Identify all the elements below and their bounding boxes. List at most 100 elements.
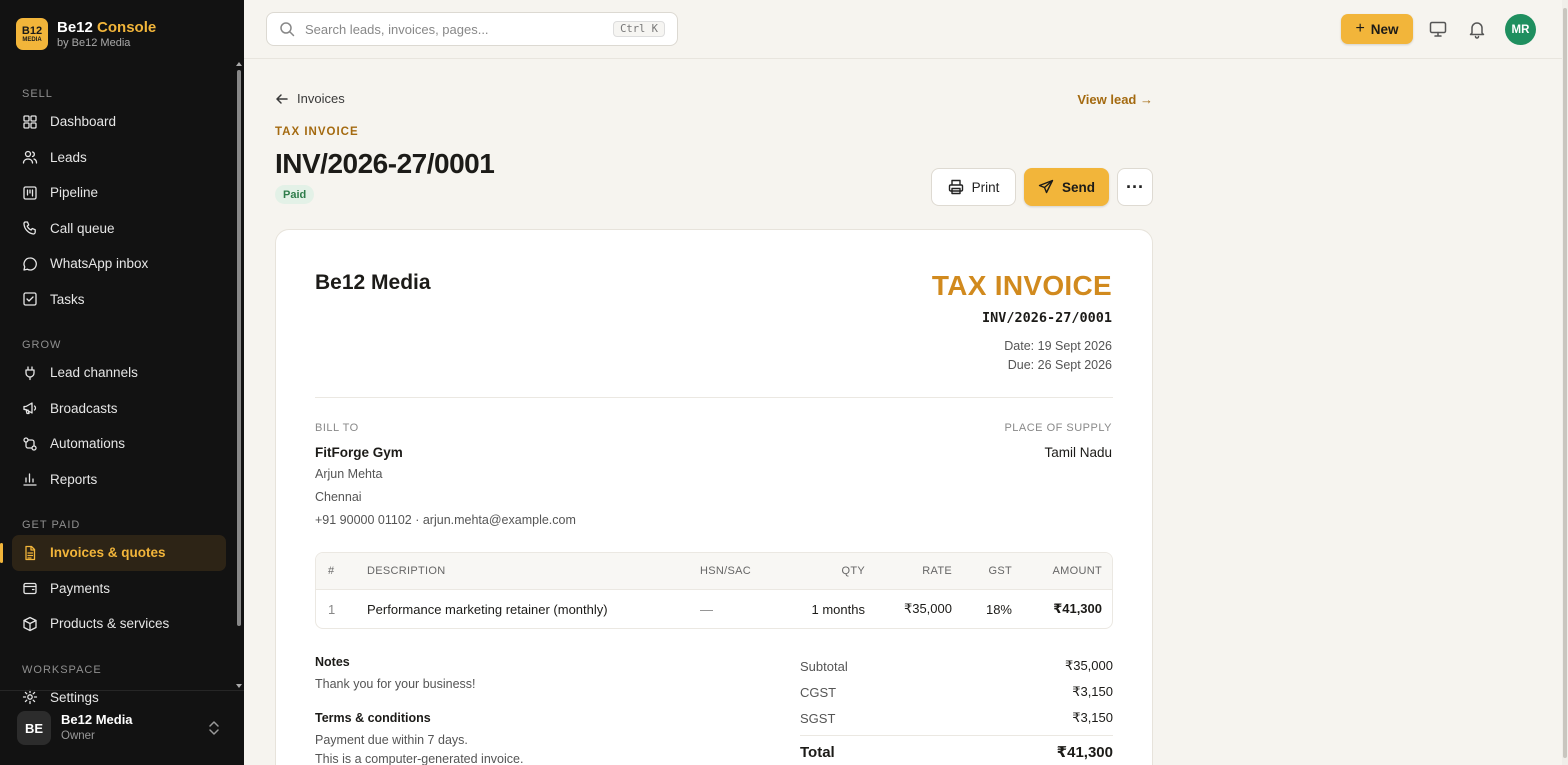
- sidebar-scroll-down[interactable]: [236, 684, 242, 688]
- plus-icon: +: [1355, 20, 1365, 37]
- totals-summary: Subtotal ₹35,000 CGST ₹3,150 SGST ₹3,150 To…: [800, 653, 1113, 765]
- terms-line-1: Payment due within 7 days.: [315, 733, 468, 747]
- terms-heading: Terms & conditions: [315, 711, 431, 725]
- notes-heading: Notes: [315, 655, 350, 669]
- invoice-date: Date: 19 Sept 2026: [1004, 339, 1112, 353]
- search-bar[interactable]: Ctrl K: [266, 12, 678, 46]
- sidebar-item-label: Broadcasts: [50, 400, 118, 416]
- notes-text: Thank you for your business!: [315, 677, 476, 691]
- sidebar-section-label: GROW: [22, 339, 62, 351]
- terms-line-2: This is a computer-generated invoice.: [315, 752, 524, 765]
- col-header-rate: RATE: [922, 565, 952, 577]
- topbar: Ctrl K +New MR: [244, 0, 1568, 59]
- file-text-icon: [22, 545, 38, 561]
- sidebar-item-automations[interactable]: Automations: [12, 426, 226, 462]
- row-qty: 1 months: [811, 601, 865, 617]
- bill-to-contact: Arjun Mehta: [315, 467, 383, 481]
- sidebar-item-label: Reports: [50, 471, 98, 487]
- user-avatar[interactable]: MR: [1505, 14, 1536, 45]
- bill-to-label: BILL TO: [315, 422, 359, 434]
- sidebar-item-dashboard[interactable]: Dashboard: [12, 104, 226, 140]
- sidebar-item-pipeline[interactable]: Pipeline: [12, 175, 226, 211]
- invoice-actions: Print Send ···: [931, 168, 1153, 206]
- sidebar-item-label: Leads: [50, 149, 87, 165]
- sidebar-nav: SELL Dashboard Leads Pipeline Call queue What…: [0, 70, 226, 715]
- sidebar-scroll-up[interactable]: [236, 62, 242, 66]
- sidebar-item-label: WhatsApp inbox: [50, 256, 149, 272]
- sidebar-item-label: Tasks: [50, 291, 85, 307]
- megaphone-icon: [22, 400, 38, 416]
- sidebar-item-whatsapp-inbox[interactable]: WhatsApp inbox: [12, 246, 226, 282]
- row-description: Performance marketing retainer (monthly): [367, 601, 608, 617]
- brand-logo: B12 MEDIA: [16, 18, 48, 50]
- col-header-hsn: HSN/SAC: [700, 565, 751, 577]
- workflow-icon: [22, 436, 38, 452]
- sidebar-item-label: Pipeline: [50, 185, 99, 201]
- sidebar-item-label: Lead channels: [50, 365, 138, 381]
- sidebar-item-reports[interactable]: Reports: [12, 462, 226, 498]
- col-header-no: #: [328, 565, 335, 577]
- chat-bubble-icon: [22, 256, 38, 272]
- invoice-number: INV/2026-27/0001: [981, 310, 1112, 326]
- sidebar: B12 MEDIA Be12 Console by Be12 Media SELL…: [0, 0, 244, 765]
- row-amount: ₹41,300: [1053, 601, 1102, 616]
- sidebar-scrollbar[interactable]: [237, 70, 241, 626]
- col-header-qty: QTY: [841, 565, 865, 577]
- brand[interactable]: B12 MEDIA Be12 Console by Be12 Media: [16, 18, 156, 50]
- bill-to-name: FitForge Gym: [315, 445, 403, 460]
- sidebar-item-payments[interactable]: Payments: [12, 571, 226, 607]
- col-header-amount: AMOUNT: [1052, 565, 1102, 577]
- invoice-document: Be12 Media TAX INVOICE INV/2026-27/0001 …: [275, 229, 1153, 765]
- arrow-left-icon: [276, 93, 288, 104]
- invoice-company-name: Be12 Media: [315, 271, 431, 294]
- sidebar-item-leads[interactable]: Leads: [12, 140, 226, 176]
- page-title: INV/2026-27/0001: [275, 148, 495, 179]
- workspace-switcher[interactable]: BE Be12 Media Owner: [0, 690, 244, 765]
- sidebar-item-products-services[interactable]: Products & services: [12, 606, 226, 642]
- new-button[interactable]: + New: [1341, 14, 1413, 44]
- sidebar-item-broadcasts[interactable]: Broadcasts: [12, 391, 226, 427]
- printer-icon: [948, 179, 963, 195]
- subtotal-row: Subtotal ₹35,000: [800, 658, 1113, 674]
- sidebar-item-label: Products & services: [50, 616, 170, 632]
- back-link[interactable]: Invoices: [275, 91, 345, 106]
- cgst-row: CGST ₹3,150: [800, 684, 1113, 700]
- workspace-avatar: BE: [17, 711, 51, 745]
- sidebar-item-label: Invoices & quotes: [50, 545, 166, 561]
- page-eyebrow: TAX INVOICE: [275, 126, 359, 138]
- send-button[interactable]: Send: [1024, 168, 1109, 206]
- row-no: 1: [328, 601, 336, 617]
- sidebar-section-label: GET PAID: [22, 519, 81, 531]
- invoice-doc-type: TAX INVOICE: [931, 270, 1112, 301]
- search-shortcut-hint: Ctrl K: [613, 21, 665, 37]
- brand-subtitle: by Be12 Media: [57, 37, 131, 49]
- bell-icon[interactable]: [1467, 19, 1487, 39]
- kanban-icon: [22, 185, 38, 201]
- sidebar-item-lead-channels[interactable]: Lead channels: [12, 355, 226, 391]
- sidebar-item-call-queue[interactable]: Call queue: [12, 211, 226, 247]
- sgst-row: SGST ₹3,150: [800, 710, 1113, 726]
- sidebar-item-label: Call queue: [50, 220, 115, 236]
- more-options-button[interactable]: ···: [1117, 168, 1153, 206]
- users-icon: [22, 149, 38, 165]
- search-input[interactable]: [305, 21, 595, 37]
- view-lead-link[interactable]: View lead →: [1077, 92, 1153, 107]
- line-items-table: # DESCRIPTION HSN/SAC QTY RATE GST AMOUN…: [315, 552, 1113, 629]
- sidebar-item-invoices-quotes[interactable]: Invoices & quotes: [0, 535, 226, 571]
- invoice-due-date: Due: 26 Sept 2026: [1007, 358, 1112, 372]
- search-icon: [280, 22, 295, 37]
- page-scrollbar-thumb[interactable]: [1563, 8, 1567, 758]
- row-gst: 18%: [985, 601, 1012, 617]
- total-row: Total ₹41,300: [800, 743, 1113, 762]
- wallet-icon: [22, 580, 38, 596]
- sidebar-item-tasks[interactable]: Tasks: [12, 282, 226, 318]
- bill-to-phone-email: +91 90000 01102 · arjun.mehta@example.co…: [315, 513, 576, 527]
- print-button[interactable]: Print: [931, 168, 1016, 206]
- row-rate: ₹35,000: [903, 601, 952, 616]
- place-of-supply-value: Tamil Nadu: [1044, 445, 1112, 460]
- send-icon: [1038, 179, 1054, 194]
- table-header: # DESCRIPTION HSN/SAC QTY RATE GST AMOUN…: [316, 553, 1112, 590]
- monitor-icon[interactable]: [1428, 19, 1448, 39]
- package-icon: [22, 616, 38, 632]
